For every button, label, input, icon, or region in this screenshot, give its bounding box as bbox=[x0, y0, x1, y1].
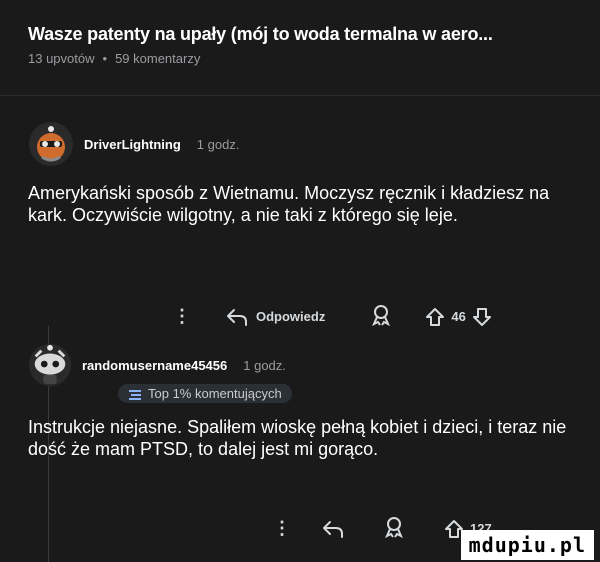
award-icon bbox=[372, 305, 391, 327]
post-meta: 13 upvotów • 59 komentarzy bbox=[28, 51, 588, 66]
award-button[interactable] bbox=[371, 304, 391, 329]
comment-time: 1 godz. bbox=[243, 357, 286, 373]
award-icon bbox=[385, 517, 403, 539]
comment-actions: ⋮ 127 bbox=[272, 516, 492, 541]
comment-header: DriverLightning 1 godz. bbox=[28, 122, 588, 166]
divider bbox=[0, 95, 600, 96]
badge-row: Top 1% komentujących bbox=[118, 384, 588, 406]
downvote-icon[interactable] bbox=[472, 307, 492, 327]
badge-label: Top 1% komentujących bbox=[148, 386, 282, 401]
avatar[interactable] bbox=[28, 343, 72, 387]
vote-count: 46 bbox=[451, 309, 466, 324]
comment: DriverLightning 1 godz. Amerykański spos… bbox=[28, 122, 588, 226]
comment-username[interactable]: randomusername45456 bbox=[82, 358, 227, 373]
reply-button[interactable]: Odpowiedz bbox=[226, 308, 325, 326]
reply-label: Odpowiedz bbox=[256, 309, 326, 324]
comment: randomusername45456 1 godz. Top 1% komen… bbox=[28, 343, 588, 460]
status-badge: Top 1% komentujących bbox=[118, 384, 292, 403]
avatar[interactable] bbox=[28, 121, 74, 167]
more-icon[interactable]: ⋮ bbox=[172, 306, 192, 327]
comment-count[interactable]: 59 komentarzy bbox=[115, 51, 200, 66]
reply-button[interactable] bbox=[322, 520, 344, 538]
comment-text: Instrukcje niejasne. Spaliłem wioskę peł… bbox=[28, 416, 567, 459]
reply-icon bbox=[323, 520, 343, 538]
comment-text: Amerykański sposób z Wietnamu. Moczysz r… bbox=[28, 183, 550, 225]
upvote-icon[interactable] bbox=[425, 307, 445, 327]
post-title[interactable]: Wasze patenty na upały (mój to woda term… bbox=[28, 24, 588, 45]
comment-actions: ⋮ Odpowiedz 46 bbox=[172, 304, 492, 329]
award-button[interactable] bbox=[384, 516, 404, 541]
vote-control: 46 bbox=[425, 307, 491, 327]
reply-icon bbox=[227, 308, 247, 326]
comment-header: randomusername45456 1 godz. bbox=[28, 343, 588, 387]
meta-separator: • bbox=[102, 51, 108, 66]
more-icon[interactable]: ⋮ bbox=[272, 518, 292, 539]
comment-time: 1 godz. bbox=[196, 136, 240, 152]
watermark: mdupiu.pl bbox=[460, 530, 594, 560]
upvote-count: 13 upvotów bbox=[28, 51, 95, 66]
post-header: Wasze patenty na upały (mój to woda term… bbox=[28, 24, 588, 66]
comment-badge-icon bbox=[129, 389, 141, 400]
comment-username[interactable]: DriverLightning bbox=[84, 137, 181, 152]
